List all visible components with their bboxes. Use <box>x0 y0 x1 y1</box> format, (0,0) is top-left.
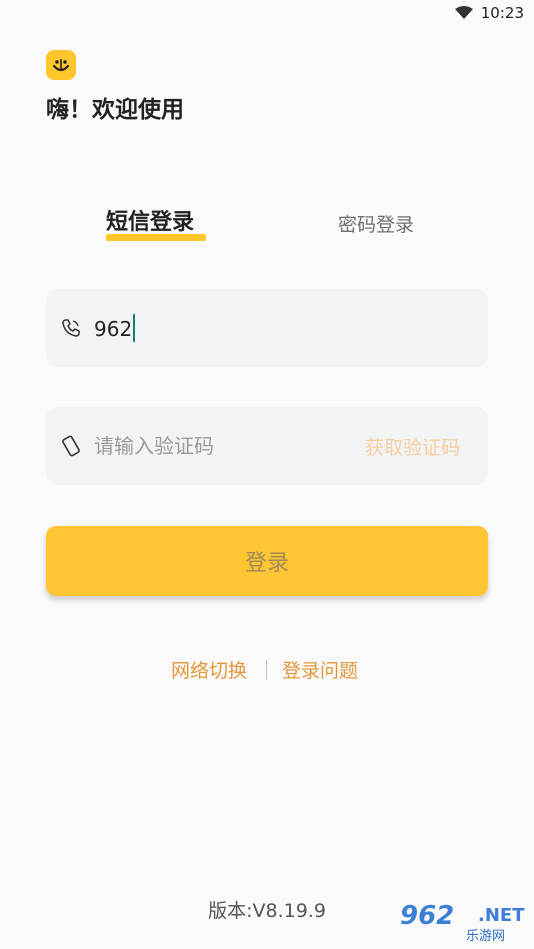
tab-sms-login[interactable]: 短信登录 <box>106 204 194 236</box>
watermark-sub: 乐游网 <box>466 929 506 944</box>
device-icon <box>62 435 80 457</box>
phone-field[interactable]: 962 <box>46 289 488 367</box>
text-caret <box>133 314 136 342</box>
welcome-title: 嗨！欢迎使用 <box>46 97 184 123</box>
status-indicators: 10:23 <box>454 4 524 22</box>
code-field: 获取验证码 <box>46 407 488 485</box>
phone-input-value[interactable]: 962 <box>94 317 132 341</box>
phone-input: 962 <box>94 314 136 342</box>
watermark-net: .NET <box>478 905 525 926</box>
tab-password-login[interactable]: 密码登录 <box>338 210 414 237</box>
login-problem-link[interactable]: 登录问题 <box>282 656 358 683</box>
code-input[interactable] <box>94 427 344 465</box>
link-divider <box>266 660 267 680</box>
footer-links: 网络切换 登录问题 <box>0 656 534 682</box>
tab-sms-login-label: 短信登录 <box>106 210 195 235</box>
watermark-main: 962 <box>400 901 455 931</box>
network-switch-link[interactable]: 网络切换 <box>171 656 247 683</box>
smiley-logo-icon <box>46 50 76 80</box>
watermark-logo: 962 .NET 乐游网 <box>400 901 526 944</box>
status-time: 10:23 <box>480 4 524 22</box>
login-button[interactable]: 登录 <box>46 526 488 596</box>
get-code-button[interactable]: 获取验证码 <box>365 433 460 460</box>
wifi-icon <box>454 6 473 19</box>
status-bar: 10:23 <box>0 0 534 28</box>
phone-icon <box>62 319 80 337</box>
login-tabs: 短信登录 密码登录 <box>0 204 534 244</box>
